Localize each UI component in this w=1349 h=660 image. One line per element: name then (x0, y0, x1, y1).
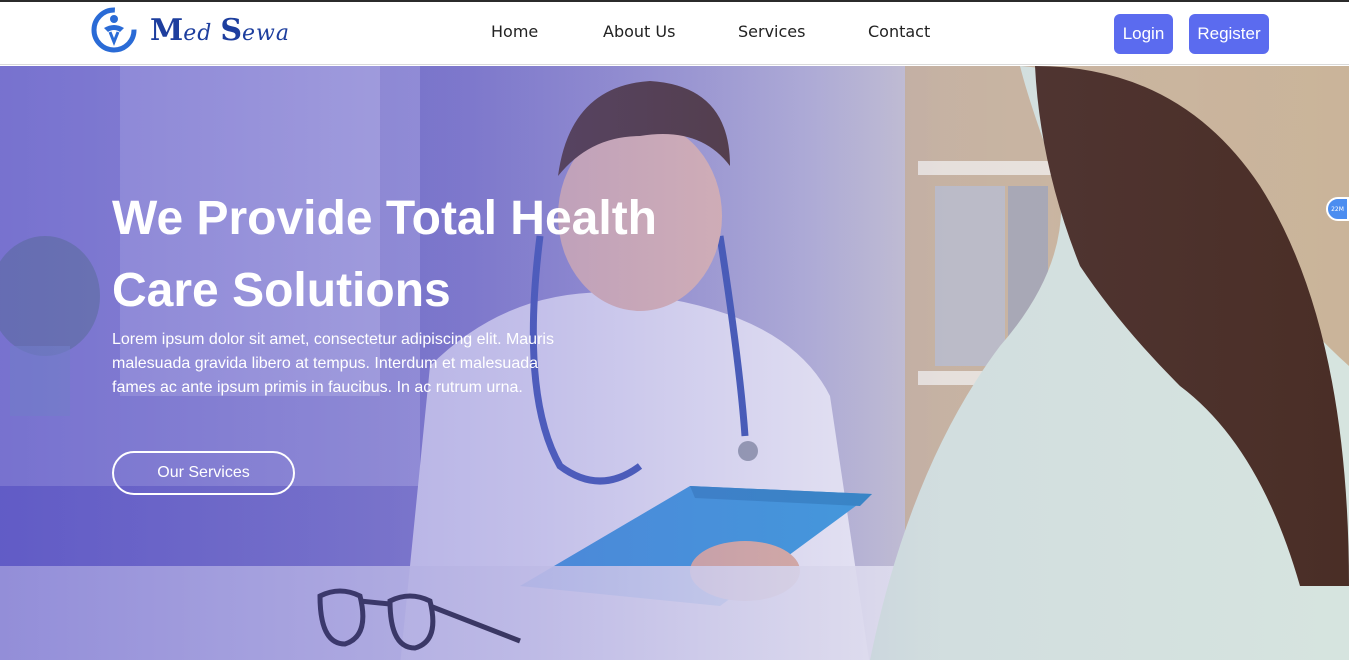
nav-home[interactable]: Home (491, 22, 538, 41)
nav-services[interactable]: Services (738, 22, 805, 41)
nav-contact[interactable]: Contact (868, 22, 930, 41)
floating-widget-badge[interactable]: 22M (1326, 197, 1349, 221)
hero-description: Lorem ipsum dolor sit amet, consectetur … (112, 331, 554, 396)
our-services-button[interactable]: Our Services (112, 451, 295, 495)
login-button[interactable]: Login (1114, 14, 1173, 54)
hero-banner: We Provide Total Health Care Solutions L… (0, 66, 1349, 660)
hero-title: We Provide Total Health Care Solutions (112, 192, 657, 317)
site-header: M ed S ewa Home About Us Services Contac… (0, 2, 1349, 65)
register-button[interactable]: Register (1189, 14, 1269, 54)
nav-about-us[interactable]: About Us (603, 22, 675, 41)
